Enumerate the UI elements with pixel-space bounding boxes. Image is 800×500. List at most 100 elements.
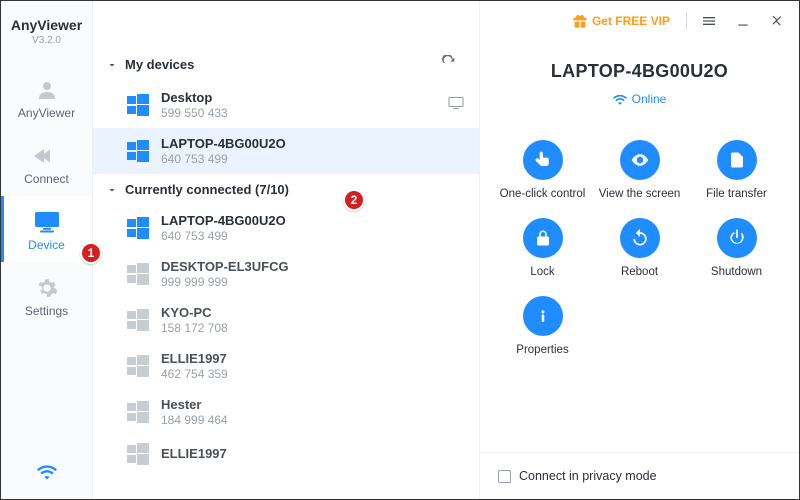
device-list-panel: My devices Desktop599 550 433 LAPTOP-4BG… [93,1,479,499]
action-view-screen[interactable]: View the screen [595,140,684,200]
device-id: 999 999 999 [161,275,289,289]
sidebar-item-label: Connect [1,172,92,186]
device-id: 599 550 433 [161,106,228,120]
menu-button[interactable] [697,9,721,33]
list-item[interactable]: ELLIE1997462 754 359 [93,343,479,389]
windows-icon [127,443,149,465]
windows-icon [127,309,149,331]
get-free-vip-link[interactable]: Get FREE VIP [572,13,670,29]
wifi-icon [613,94,627,105]
section-title: My devices [125,57,194,72]
windows-icon [127,263,149,285]
status-label: Online [632,92,667,106]
lock-icon [534,228,552,248]
display-icon [447,96,465,115]
vip-label: Get FREE VIP [592,14,670,28]
wifi-status-button[interactable] [1,450,92,499]
device-name: LAPTOP-4BG00U2O [161,136,286,151]
toolbar-separator [686,12,687,30]
device-id: 158 172 708 [161,321,228,335]
list-item[interactable]: Hester184 999 464 [93,389,479,435]
device-name: Hester [161,397,228,412]
list-item[interactable]: LAPTOP-4BG00U2O640 753 499 [93,205,479,251]
annotation-badge-1: 1 [80,242,102,264]
sidebar-item-device[interactable]: Device [1,196,92,262]
power-icon [727,228,747,248]
device-name: KYO-PC [161,305,228,320]
action-one-click-control[interactable]: One-click control [498,140,587,200]
refresh-button[interactable] [441,55,457,74]
wifi-icon [37,464,57,480]
info-icon [533,306,553,326]
sidebar-item-connect[interactable]: Connect [1,130,92,196]
my-devices-list: Desktop599 550 433 LAPTOP-4BG00U2O640 75… [93,80,479,176]
windows-icon [127,217,149,239]
device-name: Desktop [161,90,228,105]
privacy-mode-row[interactable]: Connect in privacy mode [480,452,799,499]
section-title: Currently connected (7/10) [125,182,289,197]
device-detail-panel: LAPTOP-4BG00U2O Online One-click control… [479,1,799,499]
device-name: ELLIE1997 [161,351,228,366]
action-lock[interactable]: Lock [498,218,587,278]
close-button[interactable] [765,9,789,33]
action-reboot[interactable]: Reboot [595,218,684,278]
sidebar-item-anyviewer[interactable]: AnyViewer [1,64,92,130]
device-name: ELLIE1997 [161,446,227,461]
detail-device-title: LAPTOP-4BG00U2O [551,61,728,82]
hamburger-icon [701,13,717,29]
hand-pointer-icon [533,150,553,170]
device-name: LAPTOP-4BG00U2O [161,213,286,228]
chevron-down-icon [103,59,121,71]
sidebar-item-label: Settings [1,304,92,318]
window-toolbar: Get FREE VIP [1,1,799,41]
annotation-badge-2: 2 [343,189,365,211]
sidebar-item-label: AnyViewer [1,106,92,120]
action-label: File transfer [706,188,767,200]
list-item[interactable]: KYO-PC158 172 708 [93,297,479,343]
action-shutdown[interactable]: Shutdown [692,218,781,278]
gift-icon [572,13,588,29]
windows-icon [127,140,149,162]
monitor-icon [33,210,61,234]
gear-icon [33,276,61,300]
action-label: Reboot [621,266,658,278]
connect-icon [33,144,61,168]
detail-status: Online [613,92,667,106]
windows-icon [127,355,149,377]
file-icon [728,150,746,170]
sidebar-item-label: Device [1,238,92,252]
minimize-icon [736,14,750,28]
section-connected-header[interactable]: Currently connected (7/10) [93,176,479,203]
eye-icon [630,150,650,170]
user-icon [33,78,61,102]
refresh-icon [441,55,457,71]
close-icon [770,14,784,28]
windows-icon [127,401,149,423]
action-label: Lock [530,266,554,278]
section-my-devices-header[interactable]: My devices [93,49,479,80]
list-item[interactable]: DESKTOP-EL3UFCG999 999 999 [93,251,479,297]
action-label: One-click control [500,188,586,200]
action-grid: One-click control View the screen File t… [498,140,781,356]
device-id: 184 999 464 [161,413,228,427]
device-id: 640 753 499 [161,229,286,243]
device-id: 640 753 499 [161,152,286,166]
list-item[interactable]: ELLIE1997 [93,435,479,473]
chevron-down-icon [103,184,121,196]
privacy-label: Connect in privacy mode [519,469,657,483]
action-label: View the screen [599,188,681,200]
reboot-icon [630,228,650,248]
action-properties[interactable]: Properties [498,296,587,356]
checkbox-icon[interactable] [498,470,511,483]
action-label: Shutdown [711,266,762,278]
device-item-laptop[interactable]: LAPTOP-4BG00U2O640 753 499 [93,128,479,174]
action-label: Properties [516,344,568,356]
windows-icon [127,94,149,116]
device-name: DESKTOP-EL3UFCG [161,259,289,274]
device-id: 462 754 359 [161,367,228,381]
connected-devices-list: LAPTOP-4BG00U2O640 753 499 DESKTOP-EL3UF… [93,203,479,475]
minimize-button[interactable] [731,9,755,33]
sidebar-item-settings[interactable]: Settings [1,262,92,328]
action-file-transfer[interactable]: File transfer [692,140,781,200]
device-item-desktop[interactable]: Desktop599 550 433 [93,82,479,128]
